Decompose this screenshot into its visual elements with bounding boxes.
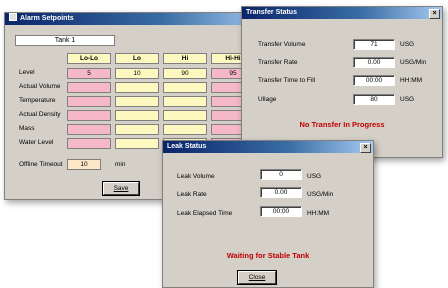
row-label-actual-volume: Actual Volume — [19, 83, 61, 90]
leak-status-titlebar[interactable]: Leak Status × — [163, 141, 373, 153]
row-label-water-level: Water Level — [19, 139, 54, 146]
leak-volume-unit: USG — [307, 173, 322, 180]
close-icon[interactable]: × — [360, 143, 371, 153]
row-label-temperature: Temperature — [19, 97, 56, 104]
actual-density-lo-lo-input[interactable] — [67, 110, 111, 121]
level-lo-input[interactable]: 10 — [115, 68, 159, 79]
temperature-lo-input[interactable] — [115, 96, 159, 107]
window-icon — [9, 13, 17, 21]
close-icon[interactable]: × — [429, 9, 440, 19]
actual-density-hi-input[interactable] — [163, 110, 207, 121]
save-button[interactable]: Save — [103, 182, 139, 195]
temperature-lo-lo-input[interactable] — [67, 96, 111, 107]
offline-timeout-input[interactable]: 10 — [67, 159, 101, 170]
ullage-label: Ullage — [258, 96, 277, 103]
transfer-status-message: No Transfer In Progress — [299, 120, 385, 129]
transfer-status-titlebar[interactable]: Transfer Status × — [242, 7, 442, 19]
transfer-rate-label: Transfer Rate — [258, 59, 298, 66]
close-button[interactable]: Close — [238, 271, 276, 284]
offline-timeout-unit: min — [115, 161, 126, 168]
transfer-volume-unit: USG — [400, 41, 415, 48]
mass-hi-input[interactable] — [163, 124, 207, 135]
leak-volume-field: 0 — [260, 169, 302, 180]
actual-volume-hi-input[interactable] — [163, 82, 207, 93]
row-label-level: Level — [19, 69, 35, 76]
header-lo: Lo — [115, 53, 159, 64]
leak-elapsed-time-field: 00:00 — [260, 206, 302, 217]
leak-rate-field: 0.00 — [260, 187, 302, 198]
mass-lo-lo-input[interactable] — [67, 124, 111, 135]
ullage-field: 80 — [353, 94, 395, 105]
row-label-mass: Mass — [19, 125, 35, 132]
leak-volume-label: Leak Volume — [177, 173, 215, 180]
alarm-setpoints-titlebar[interactable]: Alarm Setpoints × — [5, 13, 269, 25]
leak-elapsed-time-unit: HH:MM — [307, 210, 330, 217]
leak-rate-unit: USG/Min — [307, 191, 334, 198]
transfer-time-field: 00:00 — [353, 75, 395, 86]
actual-density-lo-input[interactable] — [115, 110, 159, 121]
header-hi: Hi — [163, 53, 207, 64]
water-level-lo-lo-input[interactable] — [67, 138, 111, 149]
transfer-time-unit: HH:MM — [400, 77, 423, 84]
actual-volume-lo-lo-input[interactable] — [67, 82, 111, 93]
water-level-lo-input[interactable] — [115, 138, 159, 149]
tank-name-field: Tank 1 — [15, 35, 115, 46]
transfer-status-title: Transfer Status — [246, 9, 297, 16]
transfer-time-label: Transfer Time to Fill — [258, 77, 316, 84]
transfer-volume-label: Transfer Volume — [258, 41, 306, 48]
level-hi-input[interactable]: 90 — [163, 68, 207, 79]
leak-rate-label: Leak Rate — [177, 191, 207, 198]
actual-volume-lo-input[interactable] — [115, 82, 159, 93]
mass-lo-input[interactable] — [115, 124, 159, 135]
ullage-unit: USG — [400, 96, 415, 103]
alarm-setpoints-title: Alarm Setpoints — [20, 15, 74, 22]
close-button-label: Close — [248, 274, 266, 281]
leak-elapsed-time-label: Leak Elapsed Time — [177, 210, 233, 217]
leak-status-window: Leak Status × Leak Volume 0 USG Leak Rat… — [162, 140, 374, 288]
transfer-rate-field: 0.00 — [353, 57, 395, 68]
transfer-volume-field: 71 — [353, 39, 395, 50]
temperature-hi-input[interactable] — [163, 96, 207, 107]
row-label-actual-density: Actual Density — [19, 111, 61, 118]
transfer-rate-unit: USG/Min — [400, 59, 427, 66]
offline-timeout-label: Offline Timeout — [19, 161, 63, 168]
leak-status-message: Waiting for Stable Tank — [226, 251, 310, 260]
transfer-status-window: Transfer Status × Transfer Volume 71 USG… — [241, 6, 443, 158]
level-lo-lo-input[interactable]: 5 — [67, 68, 111, 79]
header-lo-lo: Lo-Lo — [67, 53, 111, 64]
save-button-label: Save — [113, 185, 129, 192]
leak-status-title: Leak Status — [167, 143, 207, 150]
